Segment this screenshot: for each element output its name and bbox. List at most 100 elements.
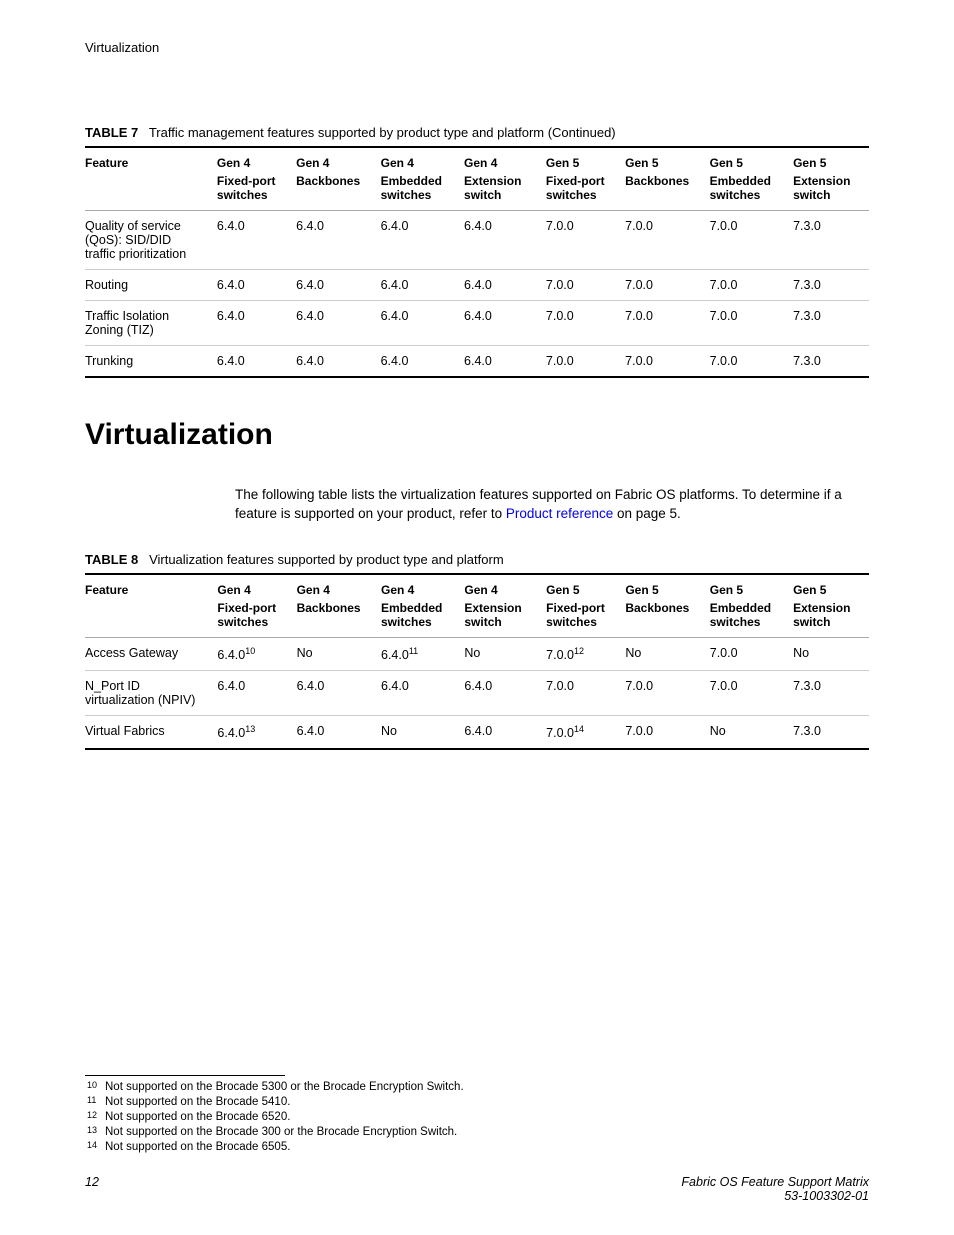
section-heading-virtualization: Virtualization (85, 418, 869, 452)
table8-caption-text: Virtualization features supported by pro… (149, 552, 504, 567)
table-cell: 6.4.0 (375, 346, 458, 378)
table-cell: 7.0.0 (704, 270, 787, 301)
table8-h1-0: Feature (85, 574, 211, 599)
page-header: Virtualization (85, 40, 869, 55)
table7-caption-text: Traffic management features supported by… (149, 125, 616, 140)
table-cell: 6.4.0 (458, 715, 540, 749)
table-cell: 6.4.0 (211, 670, 290, 715)
table-row: Quality of service (QoS): SID/DID traffi… (85, 211, 869, 270)
table-cell: 7.0.0 (704, 637, 787, 670)
table-cell: 6.4.0 (458, 211, 540, 270)
footnote-ref: 12 (574, 646, 584, 656)
table-cell: Quality of service (QoS): SID/DID traffi… (85, 211, 211, 270)
table8-h2-5: Fixed-port switches (540, 599, 619, 638)
table8-h1-1: Gen 4 (211, 574, 290, 599)
footnote-text: Not supported on the Brocade 300 or the … (105, 1125, 869, 1140)
table7-h2-2: Backbones (290, 172, 374, 211)
table-cell: 7.0.0 (619, 270, 703, 301)
product-reference-link[interactable]: Product reference (506, 506, 613, 521)
table-row: Routing6.4.06.4.06.4.06.4.07.0.07.0.07.0… (85, 270, 869, 301)
table7-caption-label: TABLE 7 (85, 125, 138, 140)
table7-caption: TABLE 7 Traffic management features supp… (85, 125, 869, 140)
table8-caption-label: TABLE 8 (85, 552, 138, 567)
table8-h1-8: Gen 5 (787, 574, 869, 599)
table7-h1-2: Gen 4 (290, 147, 374, 172)
table7-h1-5: Gen 5 (540, 147, 619, 172)
table-cell: No (704, 715, 787, 749)
table-cell: 6.4.0 (211, 211, 290, 270)
table7-h1-1: Gen 4 (211, 147, 290, 172)
table7-h1-0: Feature (85, 147, 211, 172)
table-cell: Traffic Isolation Zoning (TIZ) (85, 301, 211, 346)
table-row: Virtual Fabrics6.4.0136.4.0No6.4.07.0.01… (85, 715, 869, 749)
table-cell: No (619, 637, 703, 670)
footnote-number: 11 (85, 1095, 105, 1110)
table8-h2-0 (85, 599, 211, 638)
footnotes-block: 10Not supported on the Brocade 5300 or t… (85, 1075, 869, 1155)
table-cell: No (291, 637, 375, 670)
table-row: N_Port ID virtualization (NPIV)6.4.06.4.… (85, 670, 869, 715)
table8-h2-2: Backbones (291, 599, 375, 638)
intro-text-after: on page 5. (613, 506, 681, 521)
table-cell: 6.4.0 (290, 211, 374, 270)
table-cell: No (375, 715, 458, 749)
table-cell: 6.4.0 (211, 301, 290, 346)
table7-h1-8: Gen 5 (787, 147, 869, 172)
table-cell: 7.0.0 (704, 670, 787, 715)
table8-h1-4: Gen 4 (458, 574, 540, 599)
table-cell: 7.0.0 (619, 211, 703, 270)
table-cell: N_Port ID virtualization (NPIV) (85, 670, 211, 715)
table-row: Trunking6.4.06.4.06.4.06.4.07.0.07.0.07.… (85, 346, 869, 378)
footer-doc-number: 53-1003302-01 (681, 1189, 869, 1203)
table-cell: 7.3.0 (787, 270, 869, 301)
table-cell: 7.0.0 (619, 670, 703, 715)
table-cell: 6.4.0 (291, 670, 375, 715)
table-cell: 7.0.0 (540, 270, 619, 301)
table7: Feature Gen 4 Gen 4 Gen 4 Gen 4 Gen 5 Ge… (85, 146, 869, 378)
table-row: Traffic Isolation Zoning (TIZ)6.4.06.4.0… (85, 301, 869, 346)
table-cell: Trunking (85, 346, 211, 378)
table8-h1-5: Gen 5 (540, 574, 619, 599)
table8-h2-7: Embedded switches (704, 599, 787, 638)
table-cell: 7.0.0 (704, 301, 787, 346)
table7-h2-1: Fixed-port switches (211, 172, 290, 211)
table7-h2-4: Extension switch (458, 172, 540, 211)
table8-caption: TABLE 8 Virtualization features supporte… (85, 552, 869, 567)
table-cell: 7.0.0 (619, 346, 703, 378)
footnote-number: 10 (85, 1080, 105, 1095)
footnote-number: 12 (85, 1110, 105, 1125)
table-cell: 6.4.0 (375, 211, 458, 270)
table7-h2-3: Embedded switches (375, 172, 458, 211)
table8-h1-6: Gen 5 (619, 574, 703, 599)
table-cell: Routing (85, 270, 211, 301)
table8-h2-8: Extension switch (787, 599, 869, 638)
table-cell: 7.0.0 (540, 346, 619, 378)
footnote-item: 12Not supported on the Brocade 6520. (85, 1110, 869, 1125)
table-cell: 7.3.0 (787, 715, 869, 749)
table-cell: 7.0.0 (704, 346, 787, 378)
table-cell: 7.0.0 (540, 301, 619, 346)
footnote-ref: 11 (409, 646, 418, 656)
table7-h2-7: Embedded switches (704, 172, 787, 211)
table-cell: 6.4.010 (211, 637, 290, 670)
table-cell: 6.4.0 (458, 301, 540, 346)
table-cell: 7.0.0 (540, 211, 619, 270)
table-cell: 6.4.0 (375, 270, 458, 301)
table-cell: 6.4.0 (290, 270, 374, 301)
table8-h1-3: Gen 4 (375, 574, 458, 599)
table-cell: 7.0.0 (540, 670, 619, 715)
footnote-number: 13 (85, 1125, 105, 1140)
table-cell: 6.4.0 (458, 346, 540, 378)
footnote-number: 14 (85, 1140, 105, 1155)
table7-h2-5: Fixed-port switches (540, 172, 619, 211)
table7-h1-7: Gen 5 (704, 147, 787, 172)
table-cell: No (458, 637, 540, 670)
footnote-ref: 10 (245, 646, 255, 656)
table-cell: 7.3.0 (787, 346, 869, 378)
table-cell: 7.3.0 (787, 670, 869, 715)
table-cell: 7.3.0 (787, 301, 869, 346)
footnote-item: 11Not supported on the Brocade 5410. (85, 1095, 869, 1110)
table8-h2-3: Embedded switches (375, 599, 458, 638)
table7-h1-6: Gen 5 (619, 147, 703, 172)
table8-h1-2: Gen 4 (291, 574, 375, 599)
